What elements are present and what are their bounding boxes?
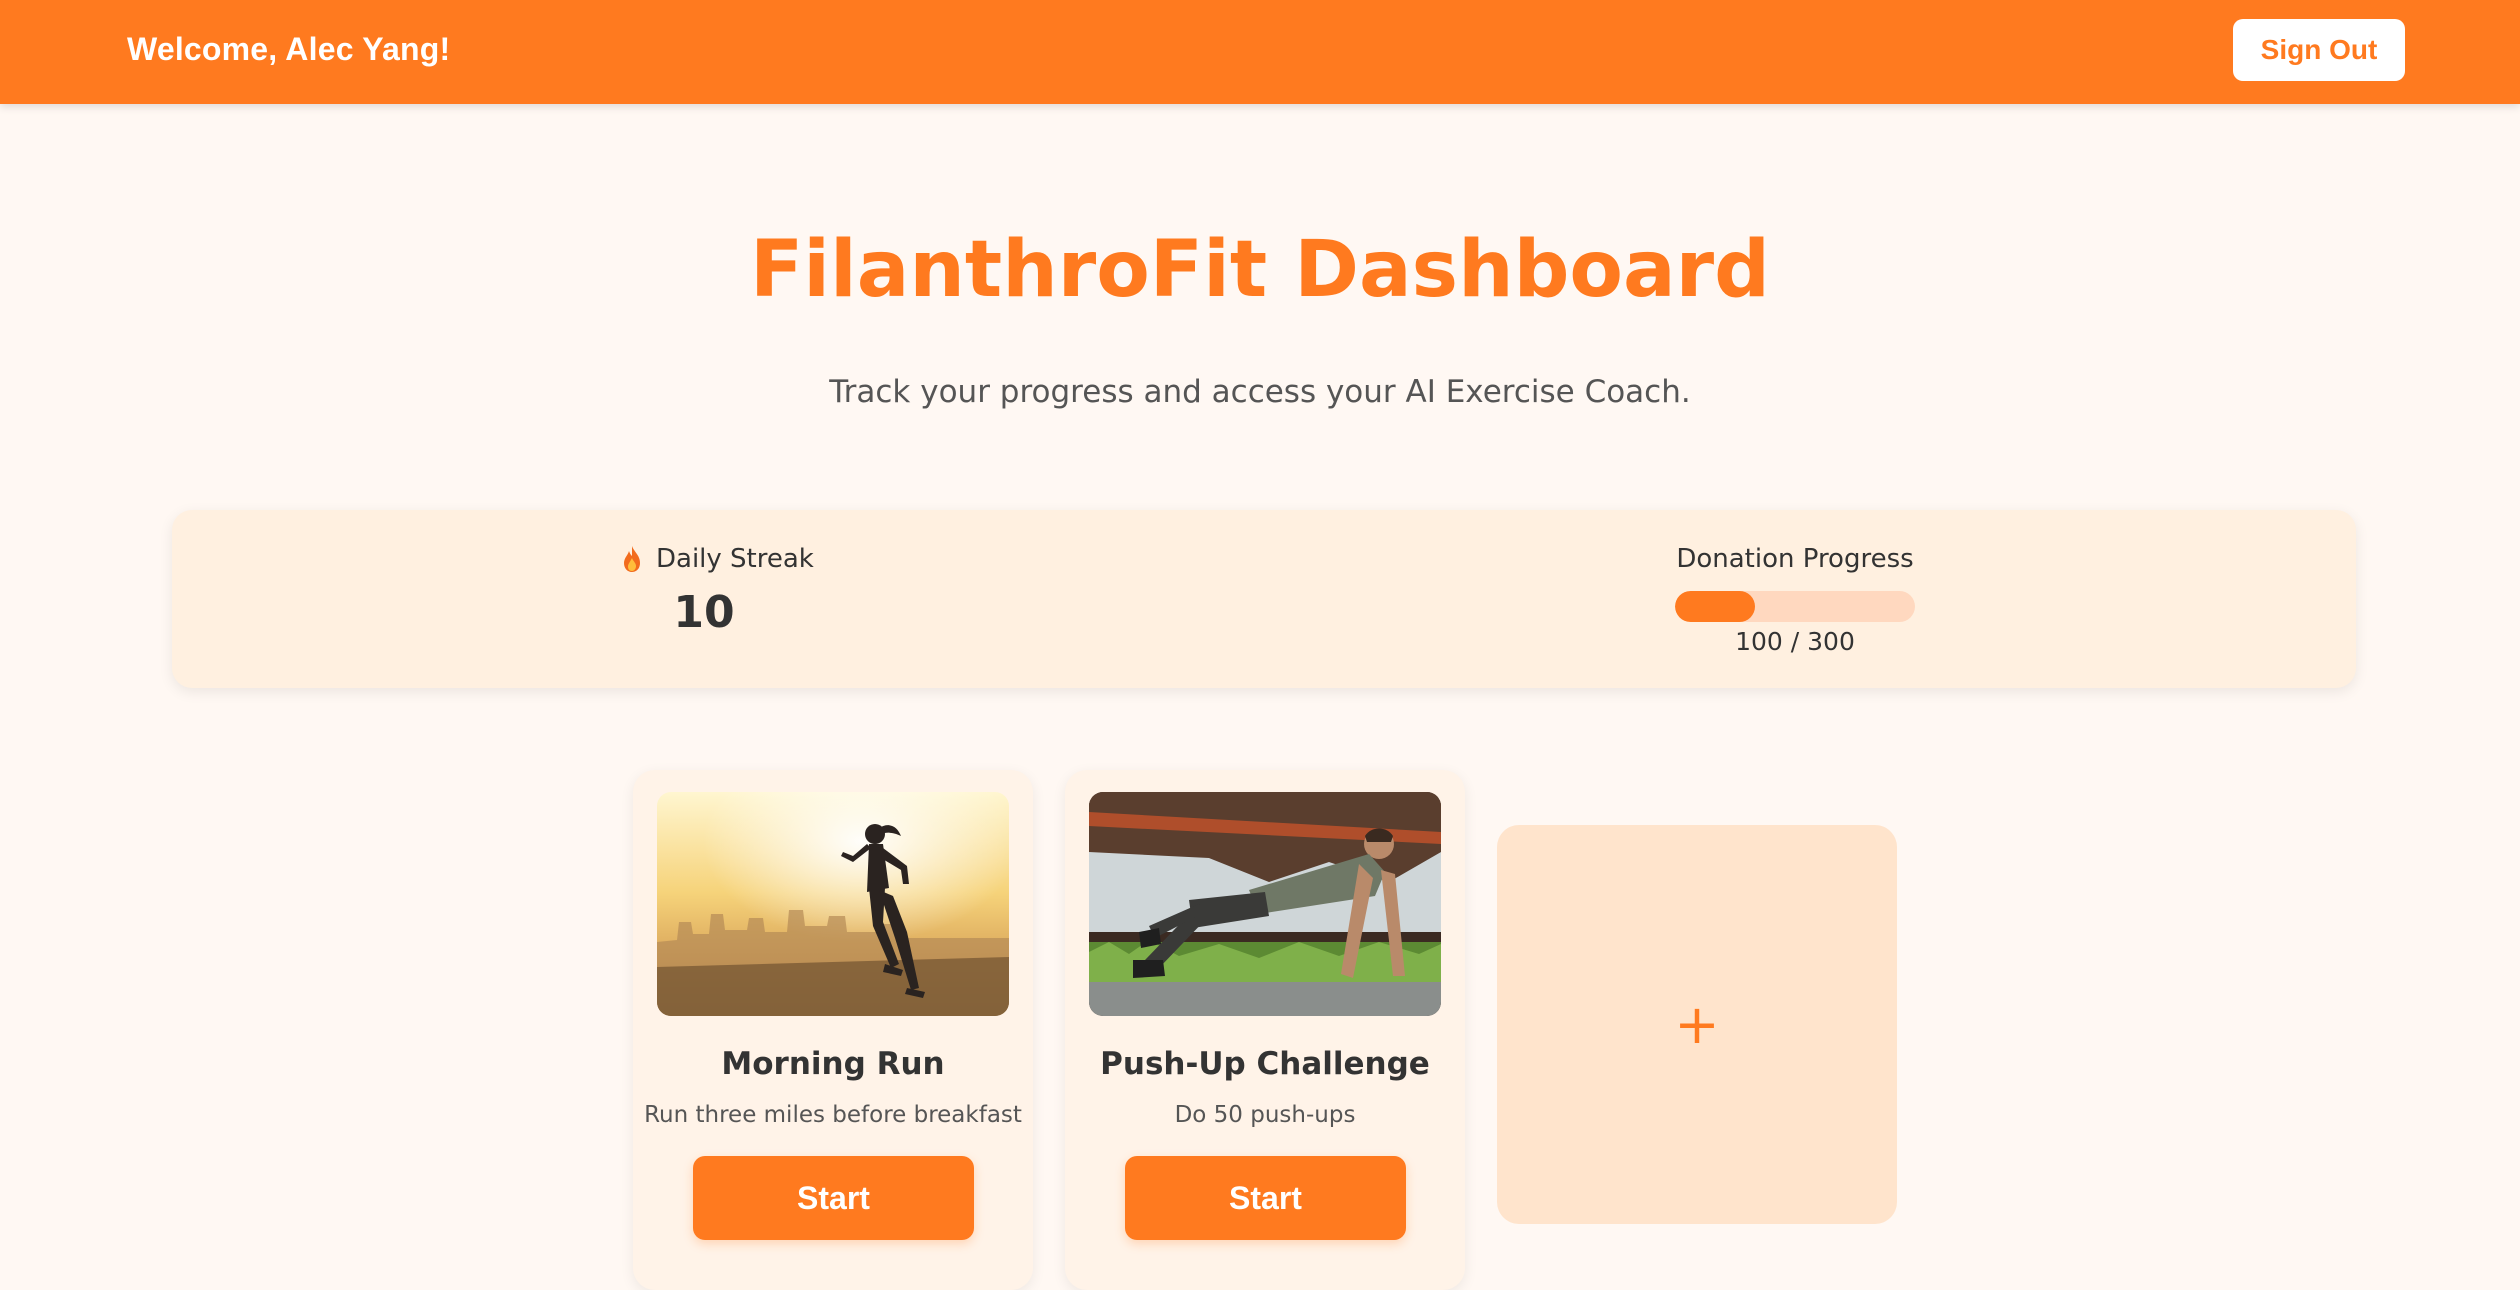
plus-icon: + <box>1674 993 1720 1056</box>
card-title: Morning Run <box>721 1046 945 1082</box>
page-subtitle: Track your progress and access your AI E… <box>829 374 1691 410</box>
donation-progress-fill <box>1675 591 1755 622</box>
flame-icon <box>620 545 644 573</box>
donation-progress-bar <box>1675 591 1915 622</box>
add-exercise-card[interactable]: + <box>1497 825 1897 1224</box>
woman-running-photo <box>657 792 1009 1016</box>
welcome-message: Welcome, Alec Yang! <box>127 31 451 67</box>
start-push-up-challenge-button[interactable]: Start <box>1125 1156 1406 1240</box>
card-description: Run three miles before breakfast <box>644 1102 1022 1128</box>
page-title: FilanthroFit Dashboard <box>750 225 1770 315</box>
donation-progress-label: Donation Progress <box>1676 544 1914 574</box>
donation-progress-value: 100 / 300 <box>1735 627 1855 656</box>
start-morning-run-button[interactable]: Start <box>693 1156 974 1240</box>
daily-streak-value: 10 <box>673 587 735 638</box>
daily-streak-label-row: Daily Streak <box>620 544 814 574</box>
exercise-card-morning-run: Morning Run Run three miles before break… <box>633 770 1033 1290</box>
top-navigation-bar: Welcome, Alec Yang! Sign Out <box>0 0 2520 104</box>
card-title: Push-Up Challenge <box>1100 1046 1430 1082</box>
sign-out-button[interactable]: Sign Out <box>2233 19 2405 81</box>
daily-streak-label: Daily Streak <box>656 544 814 574</box>
man-pushup-photo <box>1089 792 1441 1016</box>
exercise-card-push-up-challenge: Push-Up Challenge Do 50 push-ups Start <box>1065 770 1465 1290</box>
stats-panel <box>172 510 2356 688</box>
card-description: Do 50 push-ups <box>1174 1102 1356 1128</box>
